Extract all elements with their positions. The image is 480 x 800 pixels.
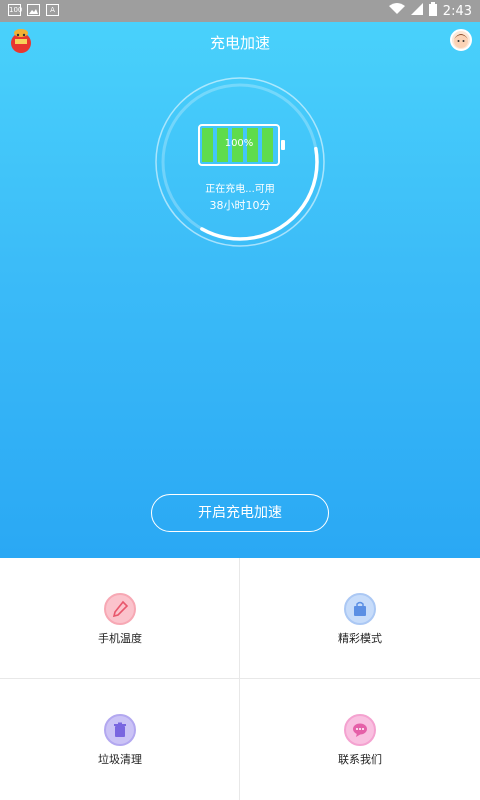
battery-icon — [428, 2, 437, 20]
clock-time: 2:43 — [442, 3, 472, 19]
boost-charge-button[interactable]: 开启充电加速 — [151, 494, 329, 532]
charging-status: 正在充电...可用 — [205, 184, 275, 195]
tile-label: 垃圾清理 — [98, 753, 142, 766]
tile-contact-us[interactable]: 联系我们 — [240, 679, 480, 800]
battery-percent: 100% — [224, 138, 254, 149]
tile-junk-cleanup[interactable]: 垃圾清理 — [0, 679, 240, 800]
tile-label: 精彩模式 — [338, 632, 382, 645]
wifi-icon — [388, 3, 405, 19]
top-bar: 充电加速 — [0, 22, 480, 62]
battery-notification-icon: 100 — [8, 4, 23, 16]
image-icon — [27, 4, 40, 16]
thermometer-icon — [104, 593, 136, 625]
tile-featured-mode[interactable]: 精彩模式 — [240, 558, 480, 679]
remaining-time: 38小时10分 — [209, 199, 271, 212]
charging-hero: 充电加速 100% 正在充电...可用 38小时10分 开启充电加速 — [0, 22, 480, 558]
chat-icon — [344, 714, 376, 746]
tile-label: 联系我们 — [338, 753, 382, 766]
tile-phone-temperature[interactable]: 手机温度 — [0, 558, 240, 679]
status-bar: 100 A 2:43 — [0, 0, 480, 22]
charge-gauge: 100% 正在充电...可用 38小时10分 — [154, 76, 326, 248]
text-notification-icon: A — [46, 4, 59, 16]
feature-grid: 手机温度 精彩模式 垃圾清理 联系我们 — [0, 558, 480, 800]
tile-label: 手机温度 — [98, 632, 142, 645]
page-title: 充电加速 — [209, 34, 270, 52]
trash-icon — [104, 714, 136, 746]
battery-cap — [281, 140, 285, 150]
signal-icon — [410, 3, 423, 19]
bag-icon — [344, 593, 376, 625]
avatar[interactable] — [450, 29, 472, 51]
